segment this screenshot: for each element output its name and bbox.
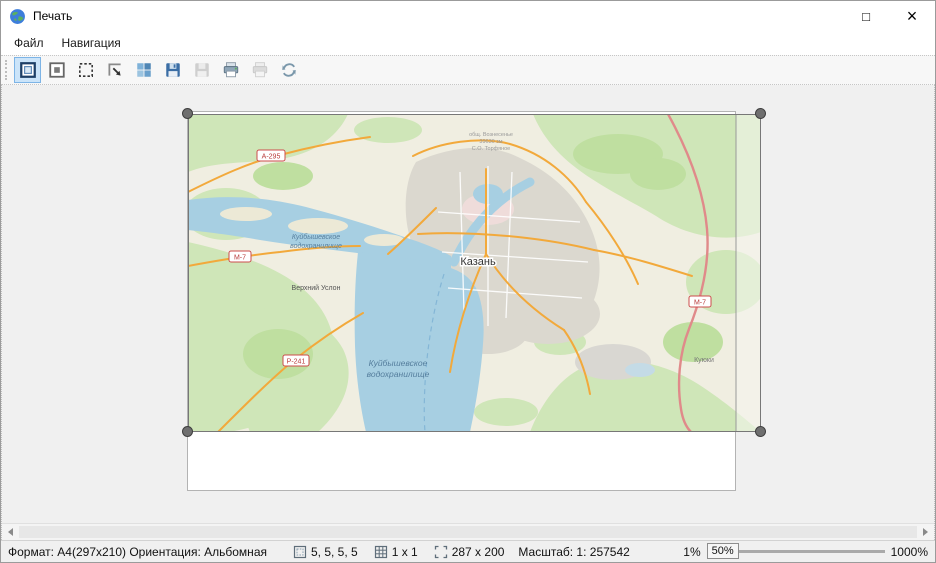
- grid-group: 1 x 1: [374, 545, 418, 559]
- zoom-max-label: 1000%: [891, 545, 928, 559]
- pan-page-button[interactable]: [14, 57, 41, 83]
- preview-area[interactable]: А-295 М-7 М-7 Р-241 Казань Куйбышевско: [1, 85, 935, 540]
- selection-handle-sw[interactable]: [182, 426, 193, 437]
- toolbar: [1, 55, 935, 85]
- menu-bar: Файл Навигация: [1, 31, 935, 55]
- grid-value: 1 x 1: [392, 545, 418, 559]
- globe-icon: [9, 8, 26, 25]
- scroll-right-icon: [923, 528, 928, 536]
- menu-file[interactable]: Файл: [5, 33, 53, 53]
- tile-preview-icon: [135, 61, 153, 79]
- refresh-icon: [280, 61, 298, 79]
- select-region-button[interactable]: [72, 57, 99, 83]
- zoom-min-label: 1%: [683, 545, 700, 559]
- window-title: Печать: [33, 9, 72, 23]
- resize-corner-button[interactable]: [101, 57, 128, 83]
- selection-handle-nw[interactable]: [182, 108, 193, 119]
- print-icon: [222, 61, 240, 79]
- save-disabled-icon: [193, 61, 211, 79]
- frame-page-button[interactable]: [43, 57, 70, 83]
- scroll-left-icon: [8, 528, 13, 536]
- scale-label: Масштаб: 1: 257542: [518, 545, 629, 559]
- zoom-control: 1% 50% 1000%: [683, 545, 928, 559]
- margins-icon: [293, 545, 307, 559]
- scrollbar-thumb[interactable]: [19, 526, 917, 538]
- horizontal-scrollbar[interactable]: [2, 523, 934, 540]
- margins-group: 5, 5, 5, 5: [293, 545, 358, 559]
- page-size-icon: [434, 545, 448, 559]
- print-button[interactable]: [217, 57, 244, 83]
- scroll-left-button[interactable]: [2, 524, 19, 540]
- size-group: 287 x 200: [434, 545, 505, 559]
- title-bar: Печать □ ×: [1, 1, 935, 31]
- frame-page-icon: [48, 61, 66, 79]
- refresh-button[interactable]: [275, 57, 302, 83]
- close-button[interactable]: ×: [889, 1, 935, 31]
- pan-page-icon: [19, 61, 37, 79]
- selection-rect[interactable]: [188, 114, 761, 432]
- save-button[interactable]: [159, 57, 186, 83]
- select-region-icon: [77, 61, 95, 79]
- grid-icon: [374, 545, 388, 559]
- tile-preview-button[interactable]: [130, 57, 157, 83]
- menu-navigation[interactable]: Навигация: [53, 33, 130, 53]
- zoom-slider-thumb[interactable]: 50%: [707, 543, 739, 559]
- resize-corner-icon: [106, 61, 124, 79]
- format-label: Формат: A4(297x210) Ориентация: Альбомна…: [8, 545, 267, 559]
- save-icon: [164, 61, 182, 79]
- toolbar-gripper: [5, 60, 10, 80]
- status-bar: Формат: A4(297x210) Ориентация: Альбомна…: [1, 540, 935, 562]
- maximize-button[interactable]: □: [843, 1, 889, 31]
- print-disabled-icon: [251, 61, 269, 79]
- margins-value: 5, 5, 5, 5: [311, 545, 358, 559]
- size-value: 287 x 200: [452, 545, 505, 559]
- zoom-slider-track[interactable]: 50%: [707, 550, 885, 553]
- selection-handle-ne[interactable]: [755, 108, 766, 119]
- caption-buttons: □ ×: [843, 1, 935, 31]
- save-all-button[interactable]: [188, 57, 215, 83]
- scroll-right-button[interactable]: [917, 524, 934, 540]
- print-current-button[interactable]: [246, 57, 273, 83]
- selection-handle-se[interactable]: [755, 426, 766, 437]
- print-window: Печать □ × Файл Навигация: [0, 0, 936, 563]
